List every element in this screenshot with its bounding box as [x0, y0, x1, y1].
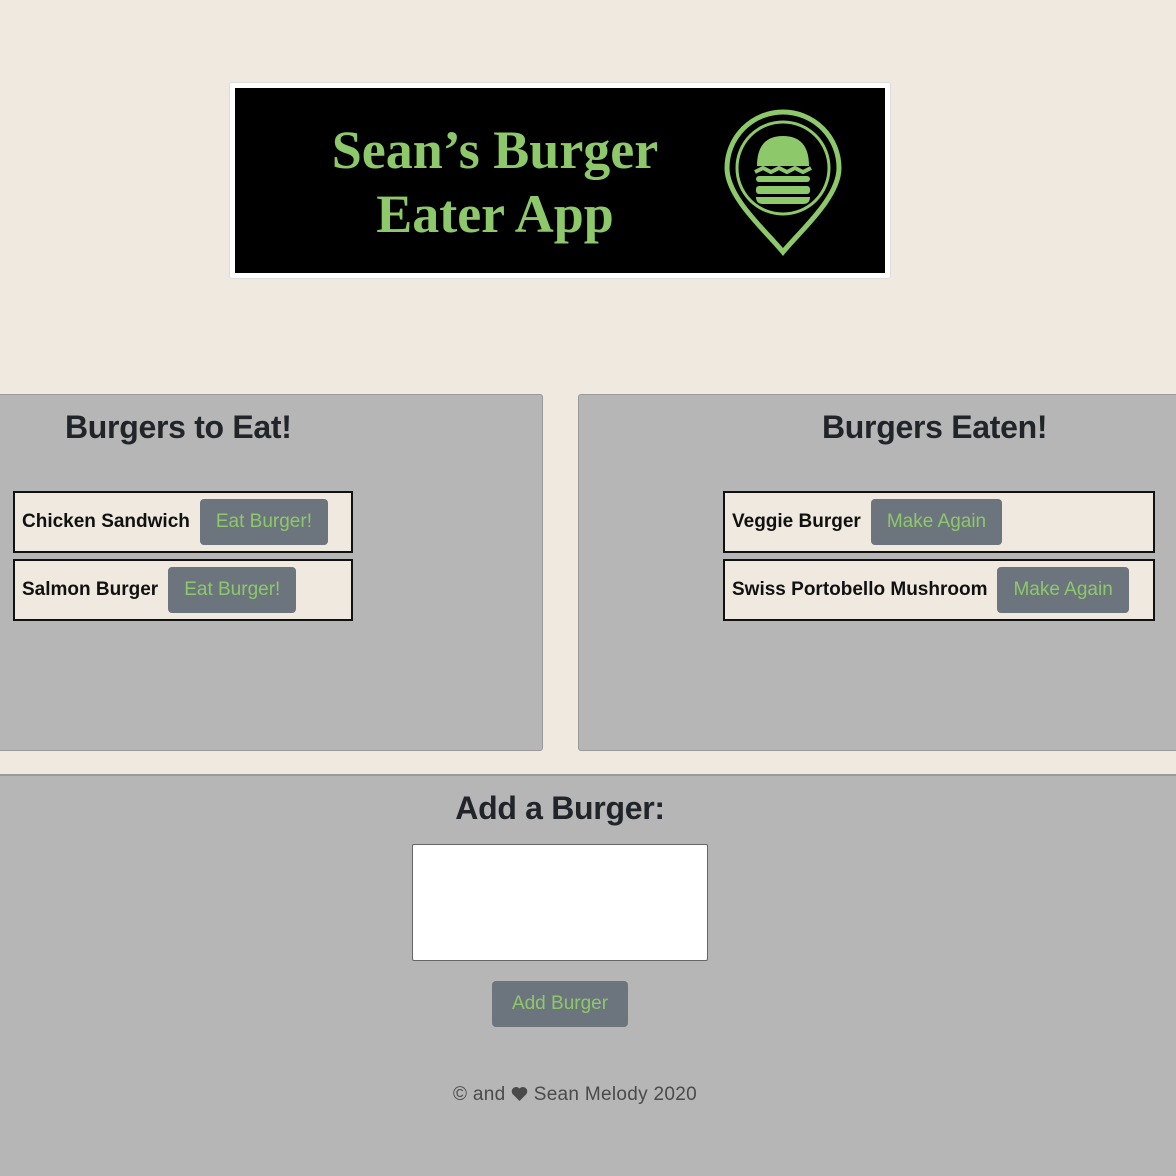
burgers-to-eat-panel: Burgers to Eat! Chicken Sandwich Eat Bur… — [0, 394, 543, 751]
burger-name: Swiss Portobello Mushroom — [732, 579, 988, 600]
footer-credit: Sean Melody 2020 — [533, 1084, 697, 1105]
burger-item-salmon-burger: Salmon Burger Eat Burger! — [13, 559, 353, 621]
copyright-symbol: © — [453, 1084, 468, 1105]
make-again-button[interactable]: Make Again — [870, 499, 1003, 545]
app-banner: Sean’s Burger Eater App — [235, 88, 885, 273]
banner-frame: Sean’s Burger Eater App — [229, 82, 891, 279]
burgers-eaten-panel: Burgers Eaten! Veggie Burger Make Again … — [578, 394, 1176, 751]
make-again-button[interactable]: Make Again — [997, 567, 1129, 613]
eat-burger-button[interactable]: Eat Burger! — [168, 567, 297, 613]
burger-name: Salmon Burger — [22, 579, 159, 600]
add-burger-heading: Add a Burger: — [455, 790, 665, 826]
add-burger-button[interactable]: Add Burger — [492, 981, 628, 1027]
burger-name: Veggie Burger — [732, 511, 861, 532]
add-burger-section: Add a Burger: Add Burger © and Sean Melo… — [0, 774, 1176, 1176]
burger-location-pin-icon — [724, 109, 842, 257]
burger-name: Chicken Sandwich — [22, 511, 190, 532]
footer: © and Sean Melody 2020 — [0, 1084, 1150, 1106]
burger-item-swiss-portobello-mushroom: Swiss Portobello Mushroom Make Again — [723, 559, 1155, 621]
eat-burger-button[interactable]: Eat Burger! — [199, 499, 328, 545]
heart-icon — [511, 1086, 528, 1101]
burger-item-chicken-sandwich: Chicken Sandwich Eat Burger! — [13, 491, 353, 553]
burgers-eaten-heading: Burgers Eaten! — [822, 409, 1048, 445]
app-title-line-2: Eater App — [376, 184, 614, 244]
burger-name-input[interactable] — [412, 844, 708, 961]
page: Sean’s Burger Eater App Burgers to Eat! … — [0, 0, 1176, 1176]
footer-and-text: and — [472, 1084, 506, 1105]
burger-item-veggie-burger: Veggie Burger Make Again — [723, 491, 1155, 553]
app-title: Sean’s Burger Eater App — [275, 118, 715, 246]
app-title-line-1: Sean’s Burger — [331, 120, 659, 180]
burgers-to-eat-heading: Burgers to Eat! — [65, 409, 292, 445]
